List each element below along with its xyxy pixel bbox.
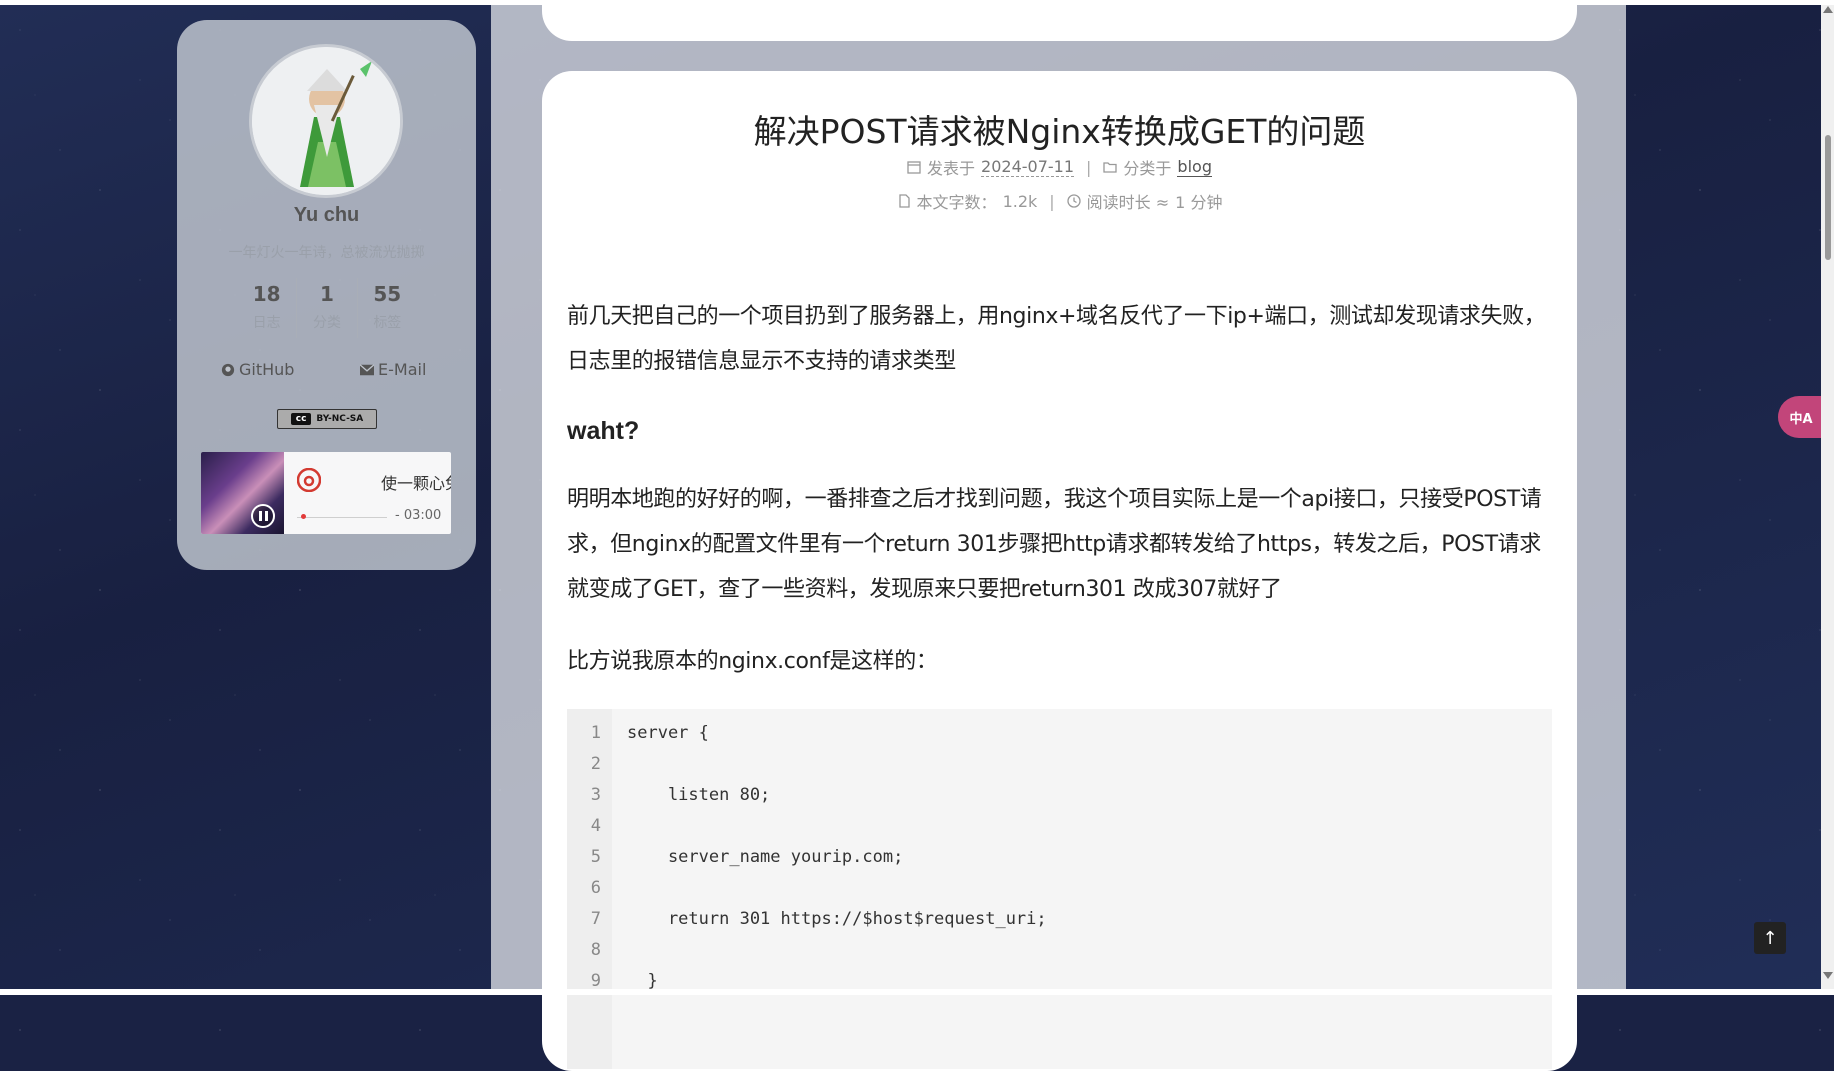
posted-label: 发表于 xyxy=(927,159,976,178)
social-links: GitHub E-Mail xyxy=(177,360,476,384)
email-link[interactable]: E-Mail xyxy=(360,360,426,379)
license-label: BY-NC-SA xyxy=(316,414,364,424)
read-time-label: 阅读时长 ≈ xyxy=(1086,193,1170,212)
line-number: 6 xyxy=(590,878,601,898)
line-number: 8 xyxy=(590,940,601,960)
stat-categories[interactable]: 1 分类 xyxy=(297,278,358,338)
stat-tags-count: 55 xyxy=(373,282,402,306)
scrollbar-thumb[interactable] xyxy=(1825,135,1831,260)
translate-button[interactable]: 中A xyxy=(1778,396,1824,438)
post-date[interactable]: 2024-07-11 xyxy=(981,157,1075,177)
stat-posts-count: 18 xyxy=(252,282,281,306)
email-label: E-Mail xyxy=(378,360,427,379)
read-time: 1 分钟 xyxy=(1175,193,1223,212)
remaining-time: - 03:00 xyxy=(395,508,442,523)
author-name: Yu chu xyxy=(293,204,360,226)
song-title: 使一颗心免于哀伤 xyxy=(381,474,451,493)
progress-track[interactable] xyxy=(297,517,387,518)
folder-icon xyxy=(1103,162,1118,173)
line-number: 4 xyxy=(590,816,601,836)
code-line: server_name yourip.com; xyxy=(627,847,904,867)
paragraph-intro: 前几天把自己的一个项目扔到了服务器上，用nginx+域名反代了一下ip+端口，测… xyxy=(567,304,1546,374)
paragraph-example: 比方说我原本的nginx.conf是这样的： xyxy=(567,649,938,674)
avatar[interactable] xyxy=(249,44,403,198)
music-player: 使一颗心免于哀伤 - 03:00 xyxy=(201,452,451,534)
window-bottom-edge xyxy=(0,989,1834,995)
author-motto: 一年灯火一年诗，总被流光抛掷 xyxy=(228,245,425,261)
code-block[interactable]: 1 2 3 4 5 6 7 8 9 server { listen 80; se… xyxy=(567,709,1552,1069)
code-line: listen 80; xyxy=(627,785,771,805)
meta-divider-2: | xyxy=(1049,191,1055,211)
scroll-down-arrow-icon[interactable] xyxy=(1823,972,1833,979)
license-badge[interactable]: cc BY-NC-SA xyxy=(277,409,377,429)
line-number: 2 xyxy=(590,754,601,774)
github-icon xyxy=(221,363,235,376)
category-link[interactable]: blog xyxy=(1177,157,1212,177)
post-title[interactable]: 解决POST请求被Nginx转换成GET的问题 xyxy=(542,105,1577,153)
code-line: return 301 https://$host$request_uri; xyxy=(627,909,1047,929)
stat-categories-label: 分类 xyxy=(312,315,341,331)
github-link[interactable]: GitHub xyxy=(221,360,294,379)
line-number: 9 xyxy=(590,971,601,991)
clock-icon xyxy=(1067,194,1081,208)
file-word-icon xyxy=(898,194,910,208)
stat-posts-label: 日志 xyxy=(252,315,281,331)
code-line: } xyxy=(627,971,658,991)
sidebar: Yu chu 一年灯火一年诗，总被流光抛掷 18 日志 1 分类 55 标签 G… xyxy=(177,20,476,570)
envelope-icon xyxy=(360,363,374,375)
line-number: 5 xyxy=(590,847,601,867)
category-label: 分类于 xyxy=(1123,159,1172,178)
word-count-label: 本文字数： xyxy=(916,193,997,212)
line-number: 1 xyxy=(590,723,601,743)
progress-knob[interactable] xyxy=(300,514,306,519)
site-stats: 18 日志 1 分类 55 标签 xyxy=(237,278,417,338)
line-number: 7 xyxy=(590,909,601,929)
pause-button[interactable] xyxy=(251,504,275,528)
stat-posts[interactable]: 18 日志 xyxy=(237,278,298,338)
calendar-icon xyxy=(907,161,921,174)
paragraph-explanation: 明明本地跑的好好的啊，一番排查之后才找到问题，我这个项目实际上是一个api接口，… xyxy=(567,487,1542,602)
post-card: 解决POST请求被Nginx转换成GET的问题 发表于 2024-07-11 |… xyxy=(542,71,1577,1071)
meta-divider: | xyxy=(1086,157,1092,177)
post-meta-line-1: 发表于 2024-07-11 | 分类于 blog xyxy=(542,155,1577,179)
netease-music-icon xyxy=(297,468,321,492)
post-meta-line-2: 本文字数： 1.2k | 阅读时长 ≈ 1 分钟 xyxy=(542,189,1577,213)
github-label: GitHub xyxy=(239,360,295,379)
stat-tags[interactable]: 55 标签 xyxy=(358,278,417,338)
section-heading: waht? xyxy=(567,417,640,445)
cc-icon: cc xyxy=(290,413,312,425)
previous-post-card xyxy=(542,0,1577,41)
line-number: 3 xyxy=(590,785,601,805)
code-line: server { xyxy=(627,723,709,743)
stat-tags-label: 标签 xyxy=(373,315,402,331)
stat-categories-count: 1 xyxy=(320,282,334,306)
word-count: 1.2k xyxy=(1002,191,1038,211)
back-to-top-button[interactable]: ↑ xyxy=(1754,922,1786,954)
scroll-up-arrow-icon[interactable] xyxy=(1823,6,1833,13)
